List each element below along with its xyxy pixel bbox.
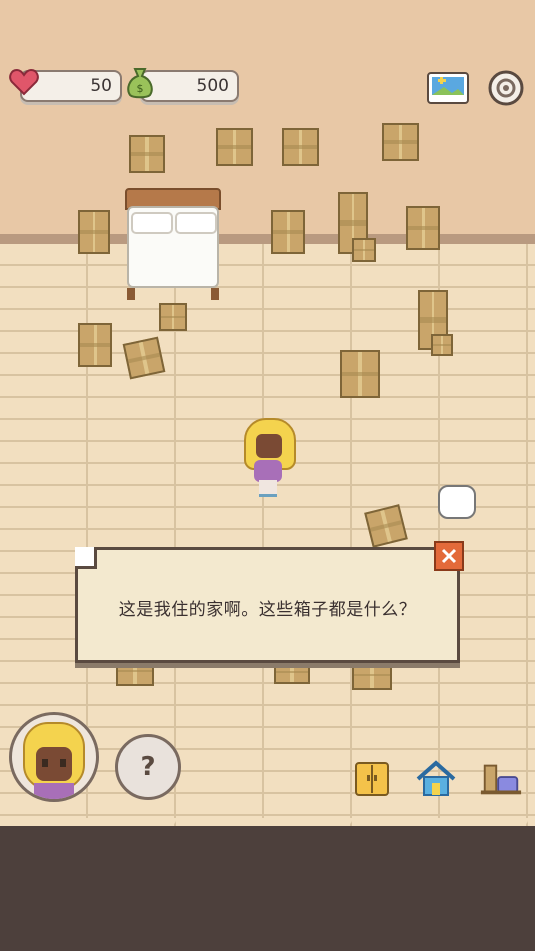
- cardboard-box[interactable]: [271, 210, 305, 254]
- character-avatar[interactable]: [9, 712, 99, 802]
- dialog-corner-fold: [75, 547, 97, 569]
- help-button[interactable]: ?: [115, 734, 181, 800]
- cardboard-box[interactable]: [340, 350, 380, 398]
- svg-text:$: $: [137, 82, 144, 95]
- money-value: 500: [196, 76, 229, 96]
- furniture-icon[interactable]: [479, 758, 523, 800]
- bed-leg: [127, 288, 135, 300]
- character-face: [256, 434, 282, 458]
- cardboard-box[interactable]: [282, 128, 319, 166]
- cardboard-box[interactable]: [382, 123, 419, 161]
- character-body: [254, 460, 282, 482]
- settings-gear-icon[interactable]: [486, 68, 526, 108]
- pillow: [131, 212, 173, 234]
- cardboard-box[interactable]: [122, 336, 166, 380]
- dialog-text: 这是我住的家啊。这些箱子都是什么？: [118, 600, 417, 620]
- character-legs: [259, 480, 277, 497]
- pillow: [175, 212, 217, 234]
- money-bag-icon: $: [124, 66, 156, 100]
- thought-bubble-icon[interactable]: [438, 485, 476, 519]
- cardboard-box[interactable]: [159, 303, 187, 331]
- room-wall: [0, 0, 535, 240]
- wardrobe-icon[interactable]: [350, 758, 394, 800]
- house-icon[interactable]: [414, 758, 458, 800]
- dialog-box[interactable]: 这是我住的家啊。这些箱子都是什么？: [75, 547, 460, 663]
- help-icon: ?: [140, 752, 156, 782]
- photo-album-icon[interactable]: [426, 70, 470, 106]
- cardboard-box[interactable]: [129, 135, 165, 173]
- heart-icon: [8, 66, 40, 98]
- bed-leg: [211, 288, 219, 300]
- cardboard-box[interactable]: [352, 660, 392, 690]
- health-value: 50: [90, 76, 112, 96]
- cardboard-box[interactable]: [352, 238, 376, 262]
- cardboard-box[interactable]: [78, 323, 112, 367]
- cardboard-box[interactable]: [431, 334, 453, 356]
- close-icon[interactable]: [434, 541, 464, 571]
- bottom-panel: [0, 826, 535, 951]
- cardboard-box[interactable]: [406, 206, 440, 250]
- cardboard-box[interactable]: [216, 128, 253, 166]
- bed[interactable]: [125, 188, 221, 300]
- cardboard-box[interactable]: [78, 210, 110, 254]
- cardboard-box[interactable]: [274, 660, 310, 684]
- player-character[interactable]: [242, 418, 296, 497]
